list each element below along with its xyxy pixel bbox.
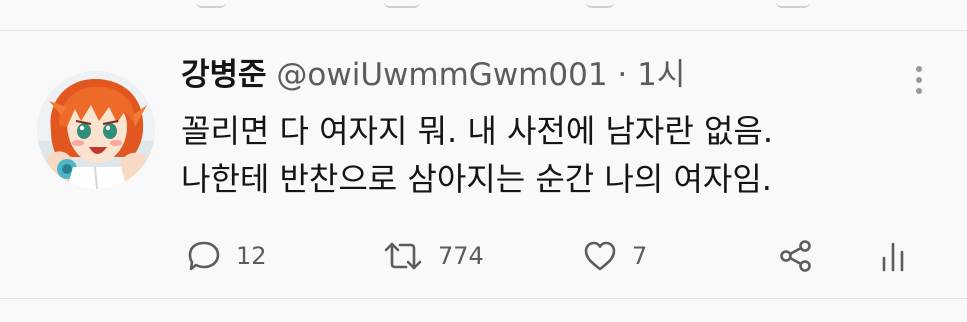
previous-share-icon[interactable] [776,0,810,8]
share-icon [780,240,811,272]
retweet-icon [384,242,422,270]
previous-tweet-icons [0,0,967,14]
previous-tweet-actions-strip [0,0,967,31]
next-tweet-strip [0,299,967,322]
retweet-count: 774 [438,242,484,270]
reply-count: 12 [236,242,267,270]
previous-reply-icon[interactable] [196,0,226,8]
retweet-button[interactable]: 774 [382,236,484,276]
heart-icon [584,241,616,271]
reply-icon [188,241,220,271]
tweet-actions: 12 774 7 [0,31,967,299]
like-count: 7 [632,242,648,270]
share-button[interactable] [778,236,814,276]
reply-button[interactable]: 12 [186,236,267,276]
previous-retweet-icon[interactable] [384,0,420,8]
analytics-icon [882,242,904,272]
tweet[interactable]: 강병준 @owiUwmmGwm001 · 1시 꼴리면 다 여자지 뭐. 내 사… [0,31,967,299]
analytics-button[interactable] [878,236,908,276]
like-button[interactable]: 7 [582,236,647,276]
previous-like-icon[interactable] [586,0,614,8]
